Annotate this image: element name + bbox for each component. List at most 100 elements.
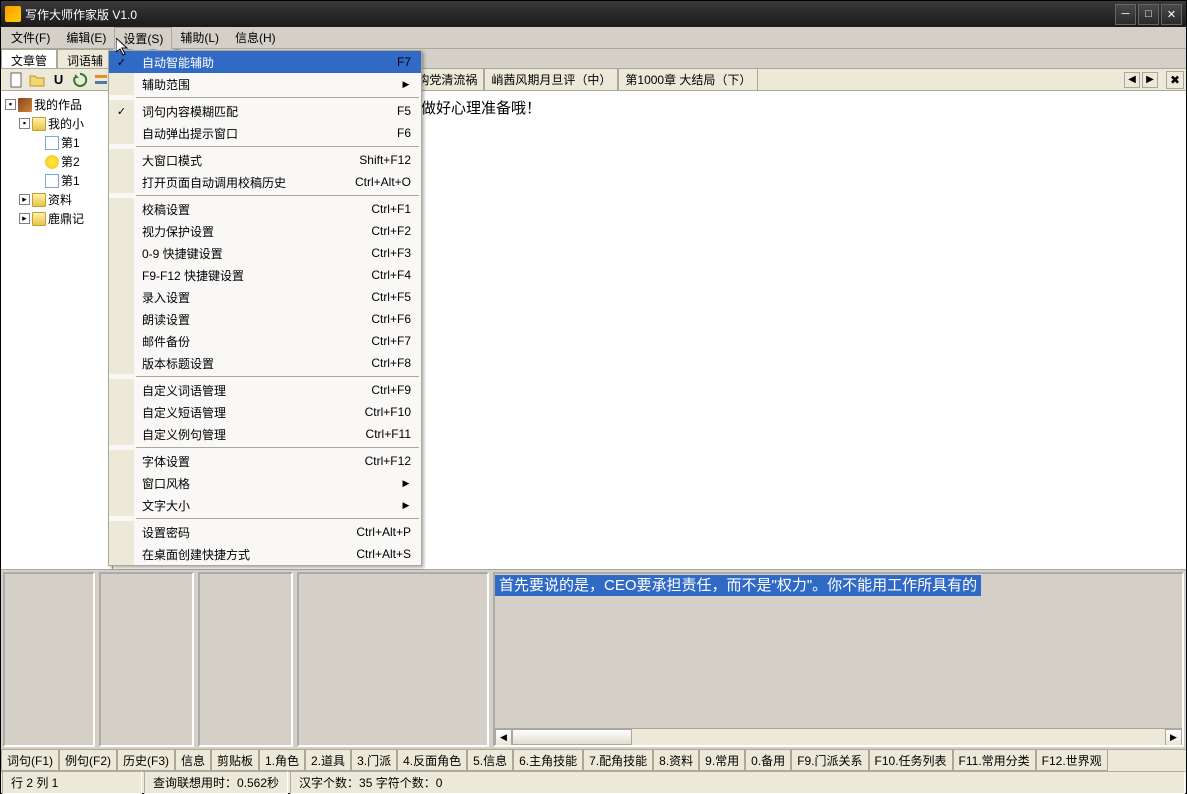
menu-gutter xyxy=(109,171,134,193)
tree-node[interactable]: 第1 xyxy=(1,133,112,152)
menu-item[interactable]: ✓自动智能辅助F7 xyxy=(109,51,421,73)
check-icon: ✓ xyxy=(117,56,126,69)
horizontal-scrollbar[interactable]: ◀ ▶ xyxy=(495,728,1182,745)
bottom-tab[interactable]: 3.门派 xyxy=(351,750,397,771)
menu-item[interactable]: 自定义例句管理Ctrl+F11 xyxy=(109,423,421,445)
bottom-panel-4[interactable] xyxy=(297,572,489,747)
menu-item-label: 打开页面自动调用校稿历史 xyxy=(134,174,355,191)
menu-item[interactable]: ✓词句内容模糊匹配F5 xyxy=(109,100,421,122)
tree-expand-icon[interactable]: ▸ xyxy=(19,213,30,224)
bottom-tab[interactable]: 8.资料 xyxy=(653,750,699,771)
bottom-tab[interactable]: F10.任务列表 xyxy=(869,750,953,771)
toolbar-left: U xyxy=(3,69,115,90)
bottom-panel-main[interactable]: 首先要说的是，CEO要承担责任，而不是"权力"。你不能用工作所具有的 ◀ ▶ xyxy=(493,572,1184,747)
menu-item[interactable]: 校稿设置Ctrl+F1 xyxy=(109,198,421,220)
menu-item[interactable]: F9-F12 快捷键设置Ctrl+F4 xyxy=(109,264,421,286)
bottom-tab[interactable]: 剪贴板 xyxy=(211,750,259,771)
bottom-tab[interactable]: F9.门派关系 xyxy=(791,750,868,771)
bottom-panel-3[interactable] xyxy=(198,572,293,747)
statusbar: 行 2 列 1 查询联想用时：0.562秒 汉字个数：35 字符个数：0 xyxy=(1,771,1186,793)
menu-shortcut: Ctrl+F7 xyxy=(371,334,411,348)
menu-item[interactable]: 朗读设置Ctrl+F6 xyxy=(109,308,421,330)
bottom-tab[interactable]: 5.信息 xyxy=(467,750,513,771)
refresh-icon[interactable] xyxy=(71,71,88,89)
tree-root[interactable]: ▪ 我的作品 xyxy=(1,95,112,114)
menu-item[interactable]: 在桌面创建快捷方式Ctrl+Alt+S xyxy=(109,543,421,565)
tree-node[interactable]: ▪ 我的小 xyxy=(1,114,112,133)
bottom-tab[interactable]: 例句(F2) xyxy=(59,750,117,771)
menu-shortcut: Ctrl+Alt+O xyxy=(355,175,411,189)
left-tab-words[interactable]: 词语辅 xyxy=(57,49,113,68)
tree-node[interactable]: ▸ 资料 xyxy=(1,190,112,209)
menu-item-label: 词句内容模糊匹配 xyxy=(134,103,397,120)
bottom-panel-1[interactable] xyxy=(3,572,95,747)
menu-item-label: 邮件备份 xyxy=(134,333,371,350)
tab-scroll-right-icon[interactable]: ▶ xyxy=(1142,72,1158,88)
tree-expand-icon[interactable]: ▸ xyxy=(19,194,30,205)
bottom-tab[interactable]: F11.常用分类 xyxy=(953,750,1036,771)
menu-item[interactable]: 窗口风格▶ xyxy=(109,472,421,494)
menu-assist[interactable]: 辅助(L) xyxy=(172,27,227,48)
bottom-tab[interactable]: 历史(F3) xyxy=(117,750,175,771)
menu-item[interactable]: 打开页面自动调用校稿历史Ctrl+Alt+O xyxy=(109,171,421,193)
tree-collapse-icon[interactable]: ▪ xyxy=(19,118,30,129)
doc-tab[interactable]: 第1000章 大结局（下） xyxy=(618,68,758,91)
bold-icon[interactable]: U xyxy=(50,71,67,89)
menu-file[interactable]: 文件(F) xyxy=(3,27,58,48)
bottom-panel-2[interactable] xyxy=(99,572,194,747)
tree-node[interactable]: 第1 xyxy=(1,171,112,190)
menu-item[interactable]: 录入设置Ctrl+F5 xyxy=(109,286,421,308)
menu-settings[interactable]: 设置(S) xyxy=(114,27,172,49)
bottom-tab[interactable]: 6.主角技能 xyxy=(513,750,583,771)
menu-gutter xyxy=(109,472,134,494)
close-tab-icon[interactable]: ✖ xyxy=(1166,71,1184,89)
tree-node[interactable]: ▸ 鹿鼎记 xyxy=(1,209,112,228)
bottom-tab[interactable]: 0.备用 xyxy=(745,750,791,771)
menu-item[interactable]: 0-9 快捷键设置Ctrl+F3 xyxy=(109,242,421,264)
bottom-tab[interactable]: 信息 xyxy=(175,750,211,771)
menu-item[interactable]: 字体设置Ctrl+F12 xyxy=(109,450,421,472)
maximize-button[interactable]: □ xyxy=(1138,4,1159,25)
bottom-tab[interactable]: 2.道具 xyxy=(305,750,351,771)
bottom-tab[interactable]: 9.常用 xyxy=(699,750,745,771)
menu-info[interactable]: 信息(H) xyxy=(227,27,284,48)
menu-item[interactable]: 版本标题设置Ctrl+F8 xyxy=(109,352,421,374)
tree-node[interactable]: 第2 xyxy=(1,152,112,171)
left-tab-articles[interactable]: 文章管理 xyxy=(1,49,57,68)
menu-shortcut: Ctrl+F5 xyxy=(371,290,411,304)
menu-item[interactable]: 邮件备份Ctrl+F7 xyxy=(109,330,421,352)
bottom-tab[interactable]: F12.世界观 xyxy=(1036,750,1108,771)
menu-item[interactable]: 自动弹出提示窗口F6 xyxy=(109,122,421,144)
close-button[interactable]: ✕ xyxy=(1161,4,1182,25)
menu-gutter xyxy=(109,122,134,144)
menu-item-label: 自动智能辅助 xyxy=(134,54,397,71)
menu-separator xyxy=(136,447,419,448)
menu-item[interactable]: 文字大小▶ xyxy=(109,494,421,516)
app-window: 写作大师作家版 V1.0 ─ □ ✕ 文件(F) 编辑(E) 设置(S) 辅助(… xyxy=(0,0,1187,794)
tab-scroll-left-icon[interactable]: ◀ xyxy=(1124,72,1140,88)
new-doc-icon[interactable] xyxy=(7,71,24,89)
tree-label: 第2 xyxy=(61,153,80,170)
menu-item[interactable]: 自定义短语管理Ctrl+F10 xyxy=(109,401,421,423)
minimize-button[interactable]: ─ xyxy=(1115,4,1136,25)
doc-tab[interactable]: 峭茜风期月旦评（中） xyxy=(484,68,618,91)
scroll-right-icon[interactable]: ▶ xyxy=(1165,729,1182,746)
bottom-tab[interactable]: 1.角色 xyxy=(259,750,305,771)
menu-item[interactable]: 自定义词语管理Ctrl+F9 xyxy=(109,379,421,401)
scroll-thumb[interactable] xyxy=(512,729,632,745)
bottom-tab[interactable]: 词句(F1) xyxy=(1,750,59,771)
bottom-tab[interactable]: 7.配角技能 xyxy=(583,750,653,771)
scroll-left-icon[interactable]: ◀ xyxy=(495,729,512,746)
tree-collapse-icon[interactable]: ▪ xyxy=(5,99,16,110)
menu-item[interactable]: 大窗口模式Shift+F12 xyxy=(109,149,421,171)
menu-item-label: 设置密码 xyxy=(134,524,356,541)
menu-item[interactable]: 视力保护设置Ctrl+F2 xyxy=(109,220,421,242)
menu-item[interactable]: 设置密码Ctrl+Alt+P xyxy=(109,521,421,543)
menu-edit[interactable]: 编辑(E) xyxy=(58,27,114,48)
menu-item[interactable]: 辅助范围▶ xyxy=(109,73,421,95)
menu-shortcut: F6 xyxy=(397,126,411,140)
bottom-tab[interactable]: 4.反面角色 xyxy=(397,750,467,771)
open-icon[interactable] xyxy=(28,71,45,89)
menu-gutter xyxy=(109,286,134,308)
tree-label: 资料 xyxy=(48,191,72,208)
